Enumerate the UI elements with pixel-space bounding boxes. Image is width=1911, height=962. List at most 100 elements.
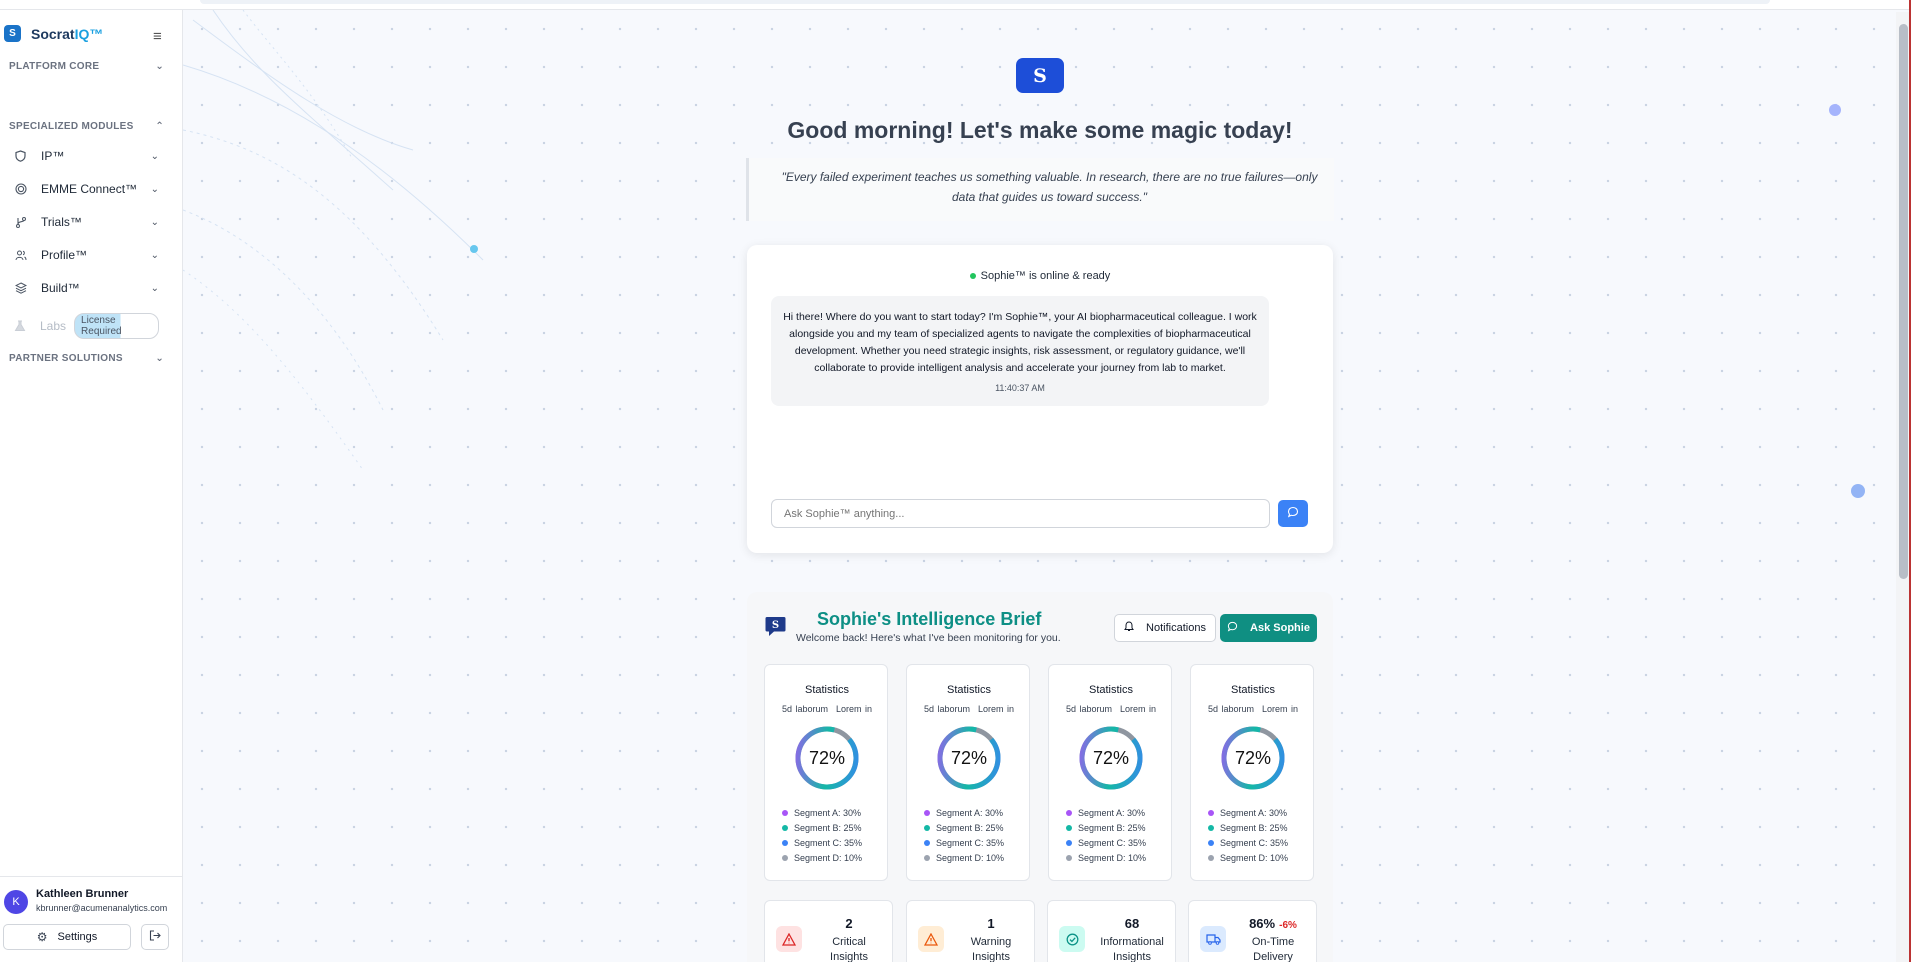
sidebar-item-build[interactable]: Build™ ⌄ (14, 281, 159, 295)
top-tab-strip (200, 0, 1770, 4)
message-icon (1287, 505, 1299, 523)
stat-range: 5d laborum Lorem in (1065, 704, 1157, 714)
stat-title: Statistics (946, 684, 991, 696)
statistics-card: Statistics 5d laborum Lorem in 72% Segmen… (906, 664, 1030, 881)
legend-swatch-a (782, 809, 788, 816)
legend-item: Segment D: 10% (782, 850, 862, 865)
sidebar-item-trials[interactable]: Trials™ ⌄ (14, 215, 159, 229)
scrollbar-thumb[interactable] (1899, 24, 1908, 579)
sidebar-item-ip[interactable]: IP™ ⌄ (14, 149, 159, 163)
chat-input[interactable] (771, 499, 1270, 528)
legend-swatch-c (1066, 839, 1072, 846)
stat-title: Statistics (804, 684, 849, 696)
settings-button[interactable]: ⚙ Settings (3, 924, 131, 950)
legend-item: Segment B: 25% (924, 820, 1004, 835)
app-name: SocratIQ™ (31, 25, 104, 42)
flask-icon (14, 320, 26, 333)
kpi-warning-insights[interactable]: 1 Warning Insights (906, 900, 1035, 962)
segment-legend: Segment A: 30% Segment B: 25% Segment C:… (924, 805, 1004, 865)
alert-triangle-icon (776, 926, 802, 952)
chevron-down-icon: ⌄ (150, 216, 159, 228)
stat-range: 5d laborum Lorem in (1207, 704, 1299, 714)
kpi-value: 86% -6% (1249, 916, 1297, 931)
assistant-message: Hi there! Where do you want to start tod… (771, 296, 1269, 406)
warning-icon (918, 926, 944, 952)
user-name: Kathleen Brunner (36, 888, 129, 900)
statistics-card: Statistics 5d laborum Lorem in 72% Segmen… (764, 664, 888, 881)
legend-item: Segment C: 35% (1208, 835, 1288, 850)
section-specialized-modules[interactable]: SPECIALIZED MODULES ⌃ (9, 121, 164, 132)
svg-text:S: S (772, 620, 779, 631)
kpi-critical-insights[interactable]: 2 Critical Insights (764, 900, 893, 962)
floating-dot (1851, 484, 1865, 498)
stat-title: Statistics (1088, 684, 1133, 696)
statistics-card: Statistics 5d laborum Lorem in 72% Segmen… (1190, 664, 1314, 881)
kpi-label: Critical Insights (830, 936, 868, 962)
logout-icon (149, 930, 161, 944)
gear-icon: ⚙ (36, 930, 48, 944)
chat-panel: Sophie™ is online & ready Hi there! Wher… (747, 245, 1333, 553)
legend-item: Segment C: 35% (782, 835, 862, 850)
floating-dot (470, 245, 478, 253)
legend-item: Segment B: 25% (1208, 820, 1288, 835)
intelligence-brief: S Sophie's Intelligence Brief Welcome ba… (747, 592, 1333, 962)
legend-item: Segment D: 10% (924, 850, 1004, 865)
legend-swatch-d (782, 854, 788, 861)
greeting-heading: Good morning! Let's make some magic toda… (787, 117, 1293, 143)
brief-subtitle: Welcome back! Here's what I've been moni… (796, 632, 1061, 644)
legend-item: Segment B: 25% (782, 820, 862, 835)
legend-swatch-d (924, 854, 930, 861)
chevron-down-icon: ⌄ (155, 353, 164, 364)
legend-item: Segment A: 30% (924, 805, 1004, 820)
legend-swatch-c (782, 839, 788, 846)
avatar[interactable]: K (4, 890, 28, 914)
user-panel: K Kathleen Brunner kbrunner@acumenanalyt… (0, 876, 183, 950)
app-brand[interactable]: S SocratIQ™ (4, 25, 103, 42)
kpi-value: 1 (987, 916, 995, 931)
chevron-down-icon: ⌄ (150, 249, 159, 261)
sidebar-item-emme-connect[interactable]: EMME Connect™ ⌄ (14, 182, 159, 196)
stat-range: 5d laborum Lorem in (781, 704, 873, 714)
stat-percent: 72% (950, 747, 988, 768)
section-platform-core[interactable]: PLATFORM CORE ⌄ (9, 61, 164, 72)
segment-legend: Segment A: 30% Segment B: 25% Segment C:… (1066, 805, 1146, 865)
shield-icon (14, 150, 27, 163)
message-timestamp: 11:40:37 AM (995, 383, 1045, 393)
bell-icon (1124, 621, 1134, 635)
sidebar-item-profile[interactable]: Profile™ ⌄ (14, 248, 159, 262)
users-icon (14, 249, 27, 262)
sidebar-item-labs: Labs License Required (14, 313, 159, 339)
online-dot-icon (969, 273, 976, 280)
legend-item: Segment A: 30% (1208, 805, 1288, 820)
legend-swatch-b (1066, 824, 1072, 831)
section-partner-solutions[interactable]: PARTNER SOLUTIONS ⌄ (9, 353, 164, 364)
legend-swatch-a (924, 809, 930, 816)
notifications-button[interactable]: Notifications (1114, 614, 1216, 642)
logout-button[interactable] (141, 924, 169, 950)
truck-icon (1200, 926, 1226, 952)
stat-range: 5d laborum Lorem in (923, 704, 1015, 714)
menu-toggle-icon[interactable]: ≡ (153, 28, 162, 45)
legend-swatch-a (1208, 809, 1214, 816)
legend-swatch-d (1066, 854, 1072, 861)
ask-sophie-button[interactable]: Ask Sophie (1220, 614, 1317, 642)
background-network-lines (183, 10, 484, 471)
segment-legend: Segment A: 30% Segment B: 25% Segment C:… (1208, 805, 1288, 865)
kpi-value: 2 (845, 916, 853, 931)
chevron-up-icon: ⌃ (155, 121, 164, 132)
app-logo-icon: S (4, 25, 21, 42)
kpi-on-time-delivery[interactable]: 86% -6% On-Time Delivery (1188, 900, 1317, 962)
kpi-informational-insights[interactable]: 68 Informational Insights (1047, 900, 1176, 962)
target-icon (14, 183, 27, 196)
legend-swatch-c (1208, 839, 1214, 846)
legend-item: Segment D: 10% (1066, 850, 1146, 865)
license-required-badge: License Required (74, 313, 159, 339)
legend-swatch-b (924, 824, 930, 831)
kpi-delta: -6% (1279, 920, 1297, 931)
branch-icon (14, 216, 27, 229)
legend-swatch-c (924, 839, 930, 846)
message-icon (1227, 621, 1238, 635)
send-button[interactable] (1278, 500, 1308, 527)
legend-swatch-b (782, 824, 788, 831)
chevron-down-icon: ⌄ (155, 61, 164, 72)
